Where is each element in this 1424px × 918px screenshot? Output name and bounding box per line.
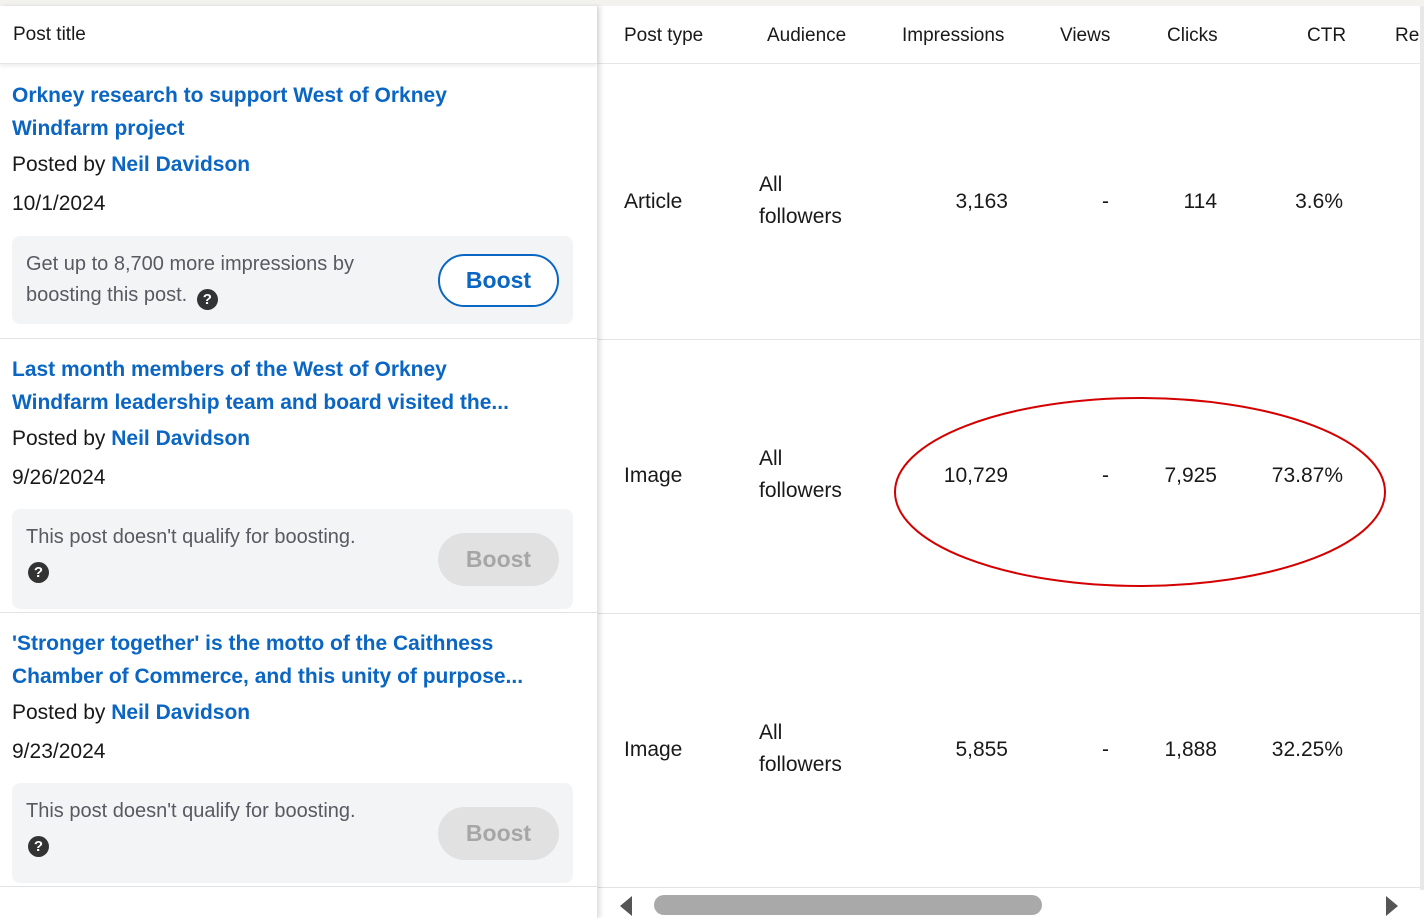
row-divider: [598, 887, 1424, 888]
column-header-post-type[interactable]: Post type: [624, 25, 703, 47]
post-row-3: 'Stronger together' is the motto of the …: [0, 613, 598, 887]
audience-line: followers: [759, 753, 842, 776]
column-header-ctr[interactable]: CTR: [1307, 25, 1346, 47]
boost-box: This post doesn't qualify for boosting. …: [12, 509, 573, 609]
question-circle-icon[interactable]: ?: [28, 562, 49, 583]
post-title-line: Orkney research to support West of Orkne…: [12, 84, 447, 107]
post-row-2: Last month members of the West of Orkney…: [0, 339, 598, 613]
question-circle-icon[interactable]: ?: [196, 289, 218, 310]
column-header-label: Post title: [13, 23, 86, 45]
cell-views: -: [1102, 190, 1109, 213]
cell-clicks: 114: [1183, 190, 1217, 213]
column-header-views[interactable]: Views: [1060, 25, 1110, 47]
column-header-partial[interactable]: Re: [1395, 25, 1419, 47]
post-title-link[interactable]: 'Stronger together' is the motto of the …: [12, 627, 572, 693]
cell-ctr: 3.6%: [1295, 190, 1343, 213]
scrollbar-thumb[interactable]: [654, 895, 1042, 915]
audience-line: followers: [759, 479, 842, 502]
caret-right-icon[interactable]: [1386, 896, 1398, 916]
cell-impressions: 5,855: [955, 738, 1008, 761]
cell-audience: All followers: [759, 169, 842, 233]
cell-clicks: 1,888: [1164, 738, 1217, 761]
cell-post-type: Article: [624, 190, 683, 213]
post-title-line: Windfarm project: [12, 117, 185, 140]
row-divider: [598, 339, 1424, 340]
posted-by: Posted by Neil Davidson: [12, 153, 250, 177]
column-header-impressions[interactable]: Impressions: [902, 25, 1004, 47]
boost-message-text: This post doesn't qualify for boosting.: [26, 800, 356, 822]
post-date: 9/26/2024: [12, 466, 106, 489]
boost-message-text: This post doesn't qualify for boosting.: [26, 526, 356, 548]
boost-box: Get up to 8,700 more impressions by boos…: [12, 236, 573, 324]
post-title-column: Post title Orkney research to support We…: [0, 6, 598, 918]
author-link[interactable]: Neil Davidson: [111, 153, 250, 176]
cell-audience: All followers: [759, 443, 842, 507]
row-divider: [598, 613, 1424, 614]
audience-line: All: [759, 173, 783, 196]
column-header-audience[interactable]: Audience: [767, 25, 846, 47]
posted-by-prefix: Posted by: [12, 153, 106, 176]
metrics-header-row: Post type Audience Impressions Views Cli…: [598, 6, 1424, 64]
posted-by-prefix: Posted by: [12, 701, 106, 724]
cell-impressions: 3,163: [955, 190, 1008, 213]
column-header-clicks[interactable]: Clicks: [1167, 25, 1218, 47]
question-circle-icon[interactable]: ?: [28, 836, 49, 857]
cell-impressions: 10,729: [943, 464, 1008, 487]
boost-box: This post doesn't qualify for boosting. …: [12, 783, 573, 883]
cell-views: -: [1102, 738, 1109, 761]
cell-post-type: Image: [624, 738, 683, 761]
post-date: 10/1/2024: [12, 192, 106, 215]
boost-message: Get up to 8,700 more impressions by boos…: [26, 249, 416, 311]
audience-line: All: [759, 447, 783, 470]
audience-line: All: [759, 721, 783, 744]
horizontal-scrollbar[interactable]: [598, 890, 1424, 918]
post-title-link[interactable]: Last month members of the West of Orkney…: [12, 353, 572, 419]
right-edge-shadow: [1420, 6, 1424, 890]
metrics-table[interactable]: Post type Audience Impressions Views Cli…: [598, 6, 1424, 918]
audience-line: followers: [759, 205, 842, 228]
posted-by-prefix: Posted by: [12, 427, 106, 450]
cell-post-type: Image: [624, 464, 683, 487]
boost-button[interactable]: Boost: [438, 254, 559, 307]
cell-ctr: 73.87%: [1271, 464, 1343, 487]
boost-message-text: Get up to 8,700 more impressions by boos…: [26, 253, 354, 306]
posted-by: Posted by Neil Davidson: [12, 701, 250, 725]
boost-button-disabled: Boost: [438, 533, 559, 586]
cell-clicks: 7,925: [1164, 464, 1217, 487]
boost-message: This post doesn't qualify for boosting. …: [26, 522, 421, 584]
post-title-line: Windfarm leadership team and board visit…: [12, 391, 509, 414]
post-title-line: 'Stronger together' is the motto of the …: [12, 632, 494, 655]
author-link[interactable]: Neil Davidson: [111, 701, 250, 724]
author-link[interactable]: Neil Davidson: [111, 427, 250, 450]
posted-by: Posted by Neil Davidson: [12, 427, 250, 451]
post-title-line: Chamber of Commerce, and this unity of p…: [12, 665, 524, 688]
post-date: 9/23/2024: [12, 740, 106, 763]
column-header-post-title[interactable]: Post title: [0, 6, 597, 64]
cell-audience: All followers: [759, 717, 842, 781]
post-title-link[interactable]: Orkney research to support West of Orkne…: [12, 79, 572, 145]
boost-message: This post doesn't qualify for boosting. …: [26, 796, 421, 858]
post-row-1: Orkney research to support West of Orkne…: [0, 65, 598, 339]
cell-views: -: [1102, 464, 1109, 487]
boost-button-disabled: Boost: [438, 807, 559, 860]
post-title-line: Last month members of the West of Orkney: [12, 358, 447, 381]
caret-left-icon[interactable]: [620, 896, 632, 916]
cell-ctr: 32.25%: [1271, 738, 1343, 761]
